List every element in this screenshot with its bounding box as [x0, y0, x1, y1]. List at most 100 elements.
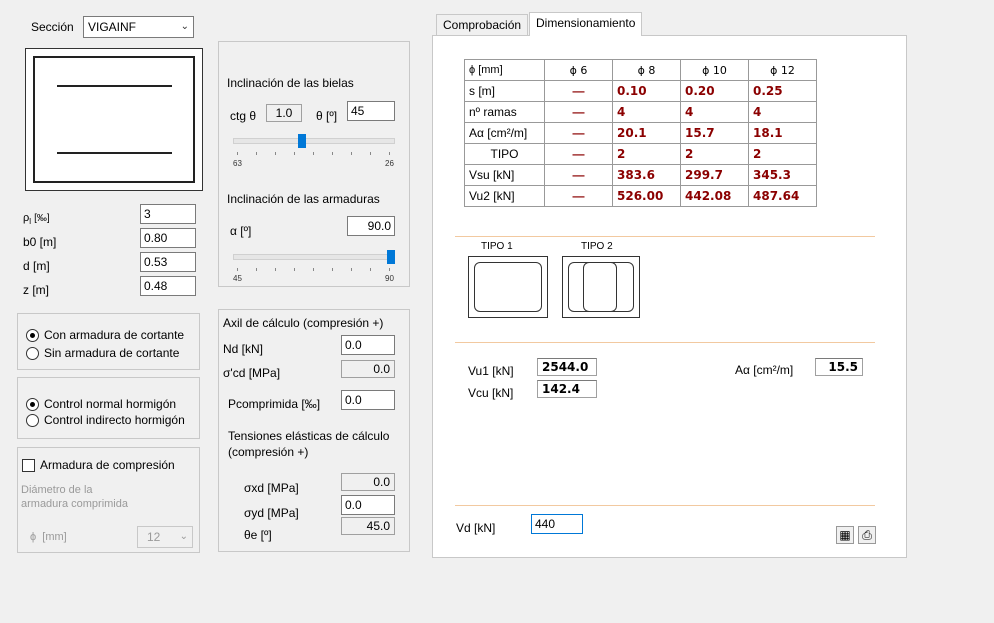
- tab-comprobacion[interactable]: Comprobación: [436, 14, 529, 36]
- table-header-cell: ϕ [mm]: [464, 59, 545, 81]
- tipo2-label: TIPO 2: [581, 241, 613, 252]
- rho-field[interactable]: 3: [140, 204, 196, 224]
- diameter-label-2: armadura comprimida: [21, 498, 128, 510]
- chevron-down-icon[interactable]: ⌄: [181, 17, 189, 37]
- vu1-value: 2544.0: [537, 358, 597, 376]
- theta-field[interactable]: 45: [347, 101, 395, 121]
- table-header-cell: ϕ 8: [612, 59, 681, 81]
- bielas-slider-thumb[interactable]: [297, 134, 306, 148]
- ctg-label: ctg θ: [230, 109, 257, 123]
- tab-dimensionamiento[interactable]: Dimensionamiento: [529, 12, 643, 36]
- row-label: s [m]: [464, 80, 545, 102]
- cell-value: 487.64: [748, 185, 817, 207]
- cell-value: 345.3: [748, 164, 817, 186]
- armaduras-slider-track[interactable]: [233, 254, 395, 260]
- radio-unselected-icon[interactable]: [26, 413, 39, 427]
- table-header-row: ϕ [mm] ϕ 6 ϕ 8 ϕ 10 ϕ 12: [464, 59, 817, 81]
- chevron-down-icon[interactable]: ⌄: [180, 527, 188, 547]
- pcomp-label: Pcomprimida [‰]: [228, 397, 321, 411]
- print-icon[interactable]: ⎙: [858, 526, 876, 544]
- cell-value: 383.6: [612, 164, 681, 186]
- table-header-cell: ϕ 12: [748, 59, 817, 81]
- b0-field[interactable]: 0.80: [140, 228, 196, 248]
- aalpha-label: Aα [cm²/m]: [735, 363, 794, 377]
- vd-label: Vd [kN]: [456, 521, 496, 535]
- d-field[interactable]: 0.53: [140, 252, 196, 272]
- cell-value: 4: [680, 101, 749, 123]
- alpha-label: α [º]: [230, 224, 252, 238]
- nd-field[interactable]: 0.0: [341, 335, 395, 355]
- pcomp-field[interactable]: 0.0: [341, 390, 395, 410]
- table-row: s [m] — 0.10 0.20 0.25: [464, 80, 817, 102]
- radio-unselected-icon[interactable]: [26, 346, 39, 360]
- separator-line: [455, 505, 875, 506]
- table-row: Vsu [kN] — 383.6 299.7 345.3: [464, 164, 817, 186]
- cell-value: —: [544, 80, 613, 102]
- param-z-label: z [m]: [23, 283, 49, 297]
- cell-value: 0.25: [748, 80, 817, 102]
- cell-value: 18.1: [748, 122, 817, 144]
- cell-value: —: [544, 164, 613, 186]
- cell-value: 4: [612, 101, 681, 123]
- checkbox-unchecked-icon[interactable]: [22, 458, 35, 472]
- cell-value: —: [544, 185, 613, 207]
- radio-selected-icon[interactable]: [26, 328, 39, 342]
- tipo2-stirrup-icon: [562, 256, 640, 318]
- radio-control-normal[interactable]: Control normal hormigón: [26, 397, 176, 411]
- cell-value: 4: [748, 101, 817, 123]
- radio-control-normal-label: Control normal hormigón: [44, 397, 177, 411]
- table-row: Vu2 [kN] — 526.00 442.08 487.64: [464, 185, 817, 207]
- thetae-label: θe [º]: [244, 528, 272, 542]
- bielas-title: Inclinación de las bielas: [227, 76, 354, 90]
- row-label: Vsu [kN]: [464, 164, 545, 186]
- cell-value: —: [544, 143, 613, 165]
- tensiones-title-1: Tensiones elásticas de cálculo: [228, 429, 390, 443]
- row-label: nº ramas: [464, 101, 545, 123]
- aalpha-value: 15.5: [815, 358, 863, 376]
- tipo1-stirrup-icon: [468, 256, 548, 318]
- separator-line: [455, 342, 875, 343]
- radio-without-shear-reinforcement[interactable]: Sin armadura de cortante: [26, 346, 179, 360]
- theta-label: θ [º]: [316, 109, 338, 123]
- separator-line: [455, 236, 875, 237]
- top-reinforcement-line: [57, 85, 172, 87]
- nd-label: Nd [kN]: [223, 342, 264, 356]
- compression-checkbox[interactable]: Armadura de compresión: [22, 458, 175, 472]
- armaduras-slider-max: 90: [385, 274, 394, 283]
- bielas-slider-ticks: [237, 152, 391, 155]
- vu1-label: Vu1 [kN]: [468, 364, 514, 378]
- diameter-label-1: Diámetro de la: [21, 484, 93, 496]
- radio-control-indirect-label: Control indirecto hormigón: [44, 413, 185, 427]
- bielas-slider-max: 26: [385, 159, 394, 168]
- radio-selected-icon[interactable]: [26, 397, 39, 411]
- row-label: Vu2 [kN]: [464, 185, 545, 207]
- bielas-slider-min: 63: [233, 159, 242, 168]
- armaduras-slider-thumb[interactable]: [387, 250, 395, 264]
- section-select[interactable]: VIGAINF ⌄: [83, 16, 194, 38]
- z-field[interactable]: 0.48: [140, 276, 196, 296]
- bielas-slider-track[interactable]: [233, 138, 395, 144]
- diameter-phi-label: ϕ [mm]: [30, 531, 67, 543]
- table-row: Aα [cm²/m] — 20.1 15.7 18.1: [464, 122, 817, 144]
- cell-value: 2: [748, 143, 817, 165]
- alpha-field[interactable]: 90.0: [347, 216, 395, 236]
- ctg-value: 1.0: [266, 104, 302, 122]
- radio-control-indirect[interactable]: Control indirecto hormigón: [26, 413, 185, 427]
- cell-value: 526.00: [612, 185, 681, 207]
- radio-with-shear-reinforcement[interactable]: Con armadura de cortante: [26, 328, 184, 342]
- cell-value: 299.7: [680, 164, 749, 186]
- section-select-value: VIGAINF: [88, 20, 137, 34]
- tipo1-label: TIPO 1: [481, 241, 513, 252]
- cell-value: —: [544, 122, 613, 144]
- sxd-label: σxd [MPa]: [244, 481, 299, 495]
- armaduras-slider-min: 45: [233, 274, 242, 283]
- syd-field[interactable]: 0.0: [341, 495, 395, 515]
- cell-value: 0.10: [612, 80, 681, 102]
- table-header-cell: ϕ 6: [544, 59, 613, 81]
- cell-value: 15.7: [680, 122, 749, 144]
- vd-field[interactable]: 440: [531, 514, 583, 534]
- calculator-icon[interactable]: ▦: [836, 526, 854, 544]
- param-rho-label: ρl [‰]: [23, 212, 50, 227]
- diameter-select[interactable]: 12 ⌄: [137, 526, 193, 548]
- table-row: TIPO — 2 2 2: [464, 143, 817, 165]
